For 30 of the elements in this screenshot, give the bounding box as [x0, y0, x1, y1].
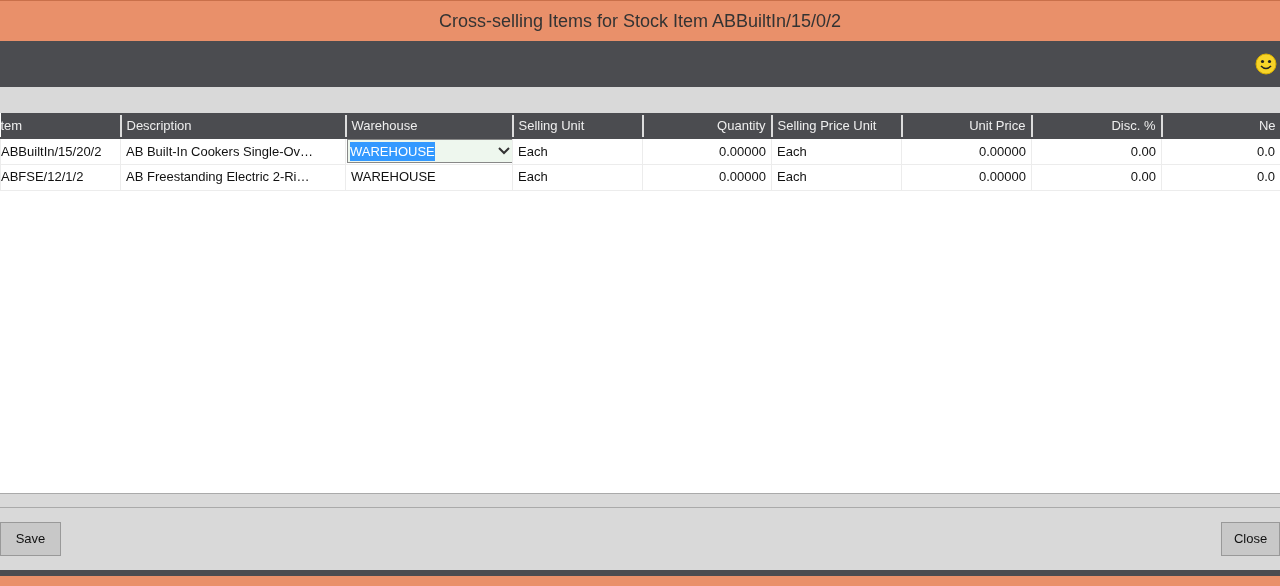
smiley-icon[interactable] [1255, 53, 1277, 75]
table-cell: 0.00000 [901, 138, 1032, 164]
table-cell: Each [771, 138, 902, 164]
column-header[interactable]: Quantity [642, 114, 772, 138]
table-cell: 0.00000 [901, 164, 1032, 190]
column-header[interactable]: Selling Unit [512, 114, 643, 138]
column-header[interactable]: Ne [1161, 114, 1280, 138]
column-header[interactable]: tem [0, 114, 121, 138]
table-cell: AB Built-In Cookers Single-Ov… [120, 138, 346, 164]
table-cell: WAREHOUSE [345, 164, 513, 190]
table-cell: 0.00 [1031, 138, 1162, 164]
table-cell: 0.00000 [642, 138, 772, 164]
table-cell: Each [771, 164, 902, 190]
column-header[interactable]: Warehouse [345, 114, 513, 138]
window-title: Cross-selling Items for Stock Item ABBuiltIn/15/0/2 [0, 0, 1280, 41]
close-button[interactable]: Close [1221, 522, 1280, 556]
chevron-down-icon [498, 147, 510, 156]
horizontal-scrollbar[interactable] [0, 493, 1280, 508]
table-cell: Each [512, 164, 643, 190]
table-cell: ABFSE/12/1/2 [0, 164, 121, 190]
table-cell: AB Freestanding Electric 2-Ri… [120, 164, 346, 190]
column-header[interactable]: Description [120, 114, 346, 138]
column-header[interactable]: Selling Price Unit [771, 114, 902, 138]
table-cell: Each [512, 138, 643, 164]
save-button[interactable]: Save [0, 522, 61, 556]
column-header[interactable]: Disc. % [1031, 114, 1162, 138]
table-cell: 0.00 [1031, 164, 1162, 190]
table-cell: ABBuiltIn/15/20/2 [0, 138, 121, 164]
table-cell: 0.00000 [642, 164, 772, 190]
column-header[interactable]: Unit Price [901, 114, 1032, 138]
